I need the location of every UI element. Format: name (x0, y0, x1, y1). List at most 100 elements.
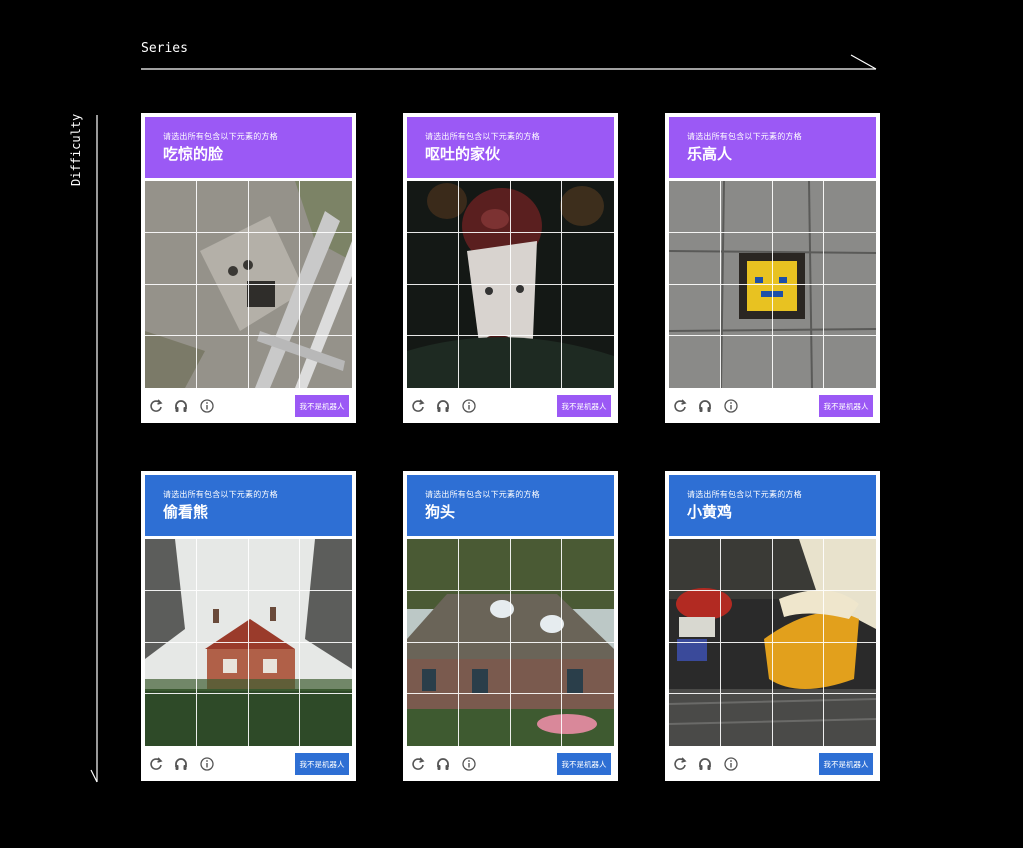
captcha-tile[interactable] (773, 694, 825, 746)
captcha-tile[interactable] (196, 642, 249, 695)
headphones-icon[interactable] (172, 755, 190, 773)
captcha-tile[interactable] (458, 232, 511, 285)
captcha-tile[interactable] (562, 591, 614, 643)
captcha-tile[interactable] (300, 591, 352, 643)
captcha-tile[interactable] (510, 232, 563, 285)
captcha-tile[interactable] (407, 181, 459, 233)
captcha-tile[interactable] (196, 539, 249, 591)
verify-button[interactable]: 我不是机器人 (557, 395, 611, 417)
captcha-tile[interactable] (300, 643, 352, 695)
captcha-tile[interactable] (824, 233, 876, 285)
captcha-tile[interactable] (824, 181, 876, 233)
captcha-tile[interactable] (720, 284, 773, 337)
reload-icon[interactable] (671, 755, 689, 773)
captcha-tile[interactable] (773, 336, 825, 388)
captcha-tile[interactable] (196, 590, 249, 643)
captcha-tile[interactable] (510, 181, 563, 233)
captcha-tile[interactable] (772, 590, 825, 643)
headphones-icon[interactable] (696, 397, 714, 415)
captcha-tile[interactable] (772, 232, 825, 285)
captcha-tile[interactable] (196, 232, 249, 285)
captcha-tile[interactable] (248, 590, 301, 643)
captcha-tile[interactable] (459, 336, 511, 388)
captcha-tile[interactable] (197, 694, 249, 746)
captcha-tile[interactable] (458, 539, 511, 591)
captcha-tile[interactable] (196, 284, 249, 337)
captcha-tile[interactable] (669, 694, 721, 746)
captcha-tile[interactable] (197, 336, 249, 388)
headphones-icon[interactable] (434, 755, 452, 773)
info-icon[interactable] (722, 397, 740, 415)
captcha-tile[interactable] (300, 539, 352, 591)
captcha-tile[interactable] (510, 539, 563, 591)
captcha-tile[interactable] (300, 285, 352, 337)
captcha-tile[interactable] (300, 694, 352, 746)
info-icon[interactable] (722, 755, 740, 773)
captcha-tile[interactable] (510, 590, 563, 643)
verify-button[interactable]: 我不是机器人 (295, 753, 349, 775)
reload-icon[interactable] (147, 397, 165, 415)
info-icon[interactable] (198, 755, 216, 773)
captcha-tile[interactable] (145, 232, 197, 285)
captcha-tile[interactable] (772, 284, 825, 337)
headphones-icon[interactable] (172, 397, 190, 415)
captcha-tile[interactable] (145, 336, 197, 388)
reload-icon[interactable] (409, 397, 427, 415)
captcha-tile[interactable] (407, 590, 459, 643)
captcha-tile[interactable] (458, 590, 511, 643)
captcha-tile[interactable] (145, 642, 197, 695)
captcha-tile[interactable] (669, 181, 721, 233)
captcha-tile[interactable] (248, 232, 301, 285)
info-icon[interactable] (460, 397, 478, 415)
captcha-tile[interactable] (248, 181, 301, 233)
captcha-tile[interactable] (669, 232, 721, 285)
captcha-tile[interactable] (510, 284, 563, 337)
captcha-tile[interactable] (562, 233, 614, 285)
captcha-tile[interactable] (669, 336, 721, 388)
captcha-tile[interactable] (562, 181, 614, 233)
captcha-tile[interactable] (407, 694, 459, 746)
captcha-tile[interactable] (562, 539, 614, 591)
captcha-tile[interactable] (669, 590, 721, 643)
captcha-tile[interactable] (407, 539, 459, 591)
info-icon[interactable] (460, 755, 478, 773)
captcha-tile[interactable] (249, 336, 301, 388)
captcha-tile[interactable] (145, 284, 197, 337)
captcha-tile[interactable] (249, 694, 301, 746)
captcha-tile[interactable] (772, 181, 825, 233)
captcha-tile[interactable] (669, 539, 721, 591)
verify-button[interactable]: 我不是机器人 (819, 395, 873, 417)
captcha-tile[interactable] (458, 181, 511, 233)
captcha-tile[interactable] (145, 181, 197, 233)
captcha-tile[interactable] (511, 694, 563, 746)
captcha-tile[interactable] (300, 233, 352, 285)
verify-button[interactable]: 我不是机器人 (819, 753, 873, 775)
captcha-tile[interactable] (511, 336, 563, 388)
captcha-tile[interactable] (721, 694, 773, 746)
verify-button[interactable]: 我不是机器人 (557, 753, 611, 775)
captcha-tile[interactable] (458, 284, 511, 337)
captcha-tile[interactable] (562, 336, 614, 388)
captcha-tile[interactable] (669, 642, 721, 695)
captcha-tile[interactable] (248, 284, 301, 337)
captcha-tile[interactable] (824, 694, 876, 746)
captcha-tile[interactable] (459, 694, 511, 746)
captcha-tile[interactable] (824, 643, 876, 695)
captcha-tile[interactable] (510, 642, 563, 695)
captcha-tile[interactable] (562, 285, 614, 337)
captcha-tile[interactable] (720, 181, 773, 233)
captcha-tile[interactable] (824, 591, 876, 643)
captcha-tile[interactable] (300, 181, 352, 233)
captcha-tile[interactable] (145, 539, 197, 591)
captcha-tile[interactable] (407, 642, 459, 695)
captcha-tile[interactable] (562, 694, 614, 746)
captcha-tile[interactable] (720, 642, 773, 695)
captcha-tile[interactable] (721, 336, 773, 388)
captcha-tile[interactable] (407, 284, 459, 337)
reload-icon[interactable] (671, 397, 689, 415)
captcha-tile[interactable] (145, 694, 197, 746)
reload-icon[interactable] (147, 755, 165, 773)
captcha-tile[interactable] (458, 642, 511, 695)
info-icon[interactable] (198, 397, 216, 415)
captcha-tile[interactable] (248, 642, 301, 695)
